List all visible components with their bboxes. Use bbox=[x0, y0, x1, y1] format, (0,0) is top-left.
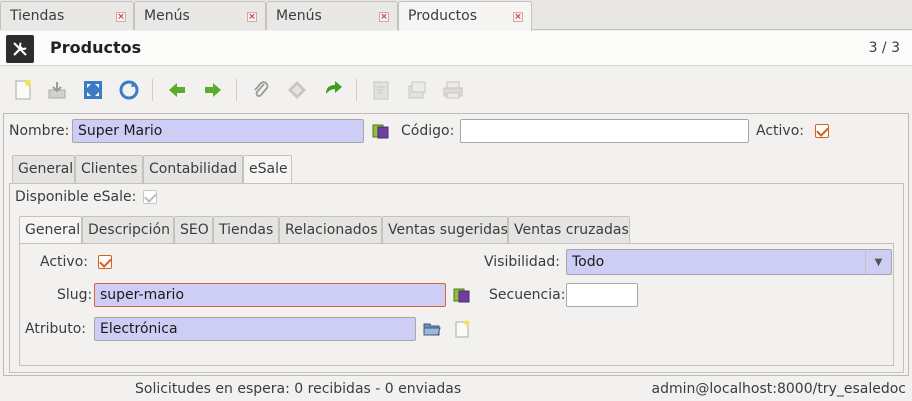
save-icon[interactable] bbox=[44, 77, 70, 103]
slug-label: Slug: bbox=[57, 287, 93, 303]
requests-status: Solicitudes en espera: 0 recibidas - 0 e… bbox=[135, 381, 462, 397]
translate-icon[interactable] bbox=[372, 122, 390, 140]
toolbar-divider bbox=[356, 79, 357, 101]
tools-icon bbox=[6, 35, 34, 63]
previous-icon[interactable] bbox=[164, 77, 190, 103]
open-folder-icon[interactable] bbox=[423, 320, 441, 338]
form-panel: Nombre: Super Mario Código: Activo: Gene… bbox=[3, 113, 909, 376]
tab-label: Menús bbox=[276, 8, 322, 24]
switch-view-icon[interactable] bbox=[80, 77, 106, 103]
nombre-field[interactable]: Super Mario bbox=[72, 119, 364, 143]
subtab-relacionados[interactable]: Relacionados bbox=[279, 216, 382, 244]
nombre-label: Nombre: bbox=[9, 123, 70, 139]
toolbar-divider bbox=[152, 79, 153, 101]
slug-field[interactable]: super-mario bbox=[94, 283, 446, 307]
subtab-ventas-sugeridas[interactable]: Ventas sugeridas bbox=[382, 216, 508, 244]
esale-tab-panel: Disponible eSale: General Descripción SE… bbox=[9, 183, 904, 373]
tab-label: Menús bbox=[144, 8, 190, 24]
page-title: Productos bbox=[50, 38, 142, 57]
close-icon[interactable]: × bbox=[247, 12, 257, 22]
tab-esale[interactable]: eSale bbox=[243, 155, 292, 184]
secuencia-label: Secuencia: bbox=[489, 287, 566, 303]
esale-general-panel: Activo: Visibilidad: Todo ▼ Slug: super-… bbox=[19, 243, 894, 366]
record-counter: 3 / 3 bbox=[868, 40, 900, 56]
disponible-esale-label: Disponible eSale: bbox=[15, 189, 137, 205]
new-document-icon[interactable] bbox=[453, 320, 471, 338]
codigo-field[interactable] bbox=[460, 119, 749, 143]
esale-activo-checkbox[interactable] bbox=[98, 255, 112, 269]
tab-label: Tiendas bbox=[10, 8, 65, 24]
document-tab-bar: Tiendas × Menús × Menús × Productos × bbox=[0, 0, 912, 31]
tab-menus-2[interactable]: Menús × bbox=[266, 1, 398, 30]
esale-activo-label: Activo: bbox=[40, 254, 88, 270]
translate-icon[interactable] bbox=[453, 286, 471, 304]
subtab-seo[interactable]: SEO bbox=[174, 216, 213, 244]
tab-productos[interactable]: Productos × bbox=[398, 1, 532, 31]
close-icon[interactable]: × bbox=[379, 12, 389, 22]
new-record-icon[interactable] bbox=[10, 77, 36, 103]
subtab-descripcion[interactable]: Descripción bbox=[82, 216, 174, 244]
activo-label: Activo: bbox=[756, 123, 804, 139]
tab-clientes[interactable]: Clientes bbox=[75, 155, 143, 183]
action-icon[interactable] bbox=[284, 77, 310, 103]
close-icon[interactable]: × bbox=[116, 12, 126, 22]
visibilidad-select[interactable]: Todo ▼ bbox=[566, 249, 892, 275]
close-icon[interactable]: × bbox=[513, 12, 523, 22]
atributo-field[interactable]: Electrónica bbox=[94, 317, 416, 341]
tab-contabilidad[interactable]: Contabilidad bbox=[143, 155, 243, 183]
connection-status: admin@localhost:8000/try_esaledoc bbox=[651, 381, 906, 397]
chevron-down-icon[interactable]: ▼ bbox=[865, 250, 891, 274]
secuencia-field[interactable] bbox=[566, 283, 638, 307]
atributo-label: Atributo: bbox=[25, 321, 86, 337]
visibilidad-value: Todo bbox=[572, 254, 605, 270]
visibilidad-label: Visibilidad: bbox=[484, 254, 560, 270]
print-icon[interactable] bbox=[440, 77, 466, 103]
attachment-icon[interactable] bbox=[248, 77, 274, 103]
form-title-bar: Productos 3 / 3 bbox=[0, 31, 912, 66]
report-icon[interactable] bbox=[368, 77, 394, 103]
subtab-general[interactable]: General bbox=[19, 216, 82, 245]
tab-menus-1[interactable]: Menús × bbox=[134, 1, 266, 30]
toolbar bbox=[0, 67, 912, 113]
next-icon[interactable] bbox=[200, 77, 226, 103]
subtab-tiendas[interactable]: Tiendas bbox=[213, 216, 279, 244]
subtab-ventas-cruzadas[interactable]: Ventas cruzadas bbox=[508, 216, 630, 244]
email-icon[interactable] bbox=[404, 77, 430, 103]
disponible-esale-checkbox bbox=[143, 190, 157, 204]
main-tab-bar: General Clientes Contabilidad eSale bbox=[12, 155, 312, 184]
reload-icon[interactable] bbox=[116, 77, 142, 103]
relate-icon[interactable] bbox=[320, 77, 346, 103]
tab-general[interactable]: General bbox=[12, 155, 75, 183]
tab-tiendas[interactable]: Tiendas × bbox=[0, 1, 134, 30]
codigo-label: Código: bbox=[401, 123, 455, 139]
toolbar-divider bbox=[236, 79, 237, 101]
activo-checkbox[interactable] bbox=[815, 124, 829, 138]
tab-label: Productos bbox=[408, 8, 478, 24]
esale-sub-tab-bar: General Descripción SEO Tiendas Relacion… bbox=[19, 216, 639, 245]
status-bar: Solicitudes en espera: 0 recibidas - 0 e… bbox=[0, 378, 912, 401]
